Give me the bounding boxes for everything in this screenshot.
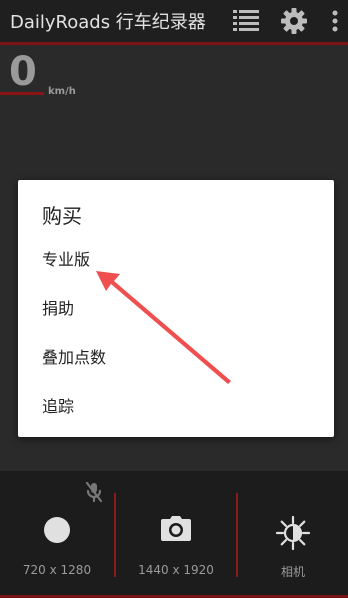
menu-item-donate[interactable]: 捐助 xyxy=(18,287,334,327)
camera-icon xyxy=(116,515,236,543)
video-record-control[interactable]: 720 x 1280 xyxy=(0,471,114,595)
app-bar: DailyRoads 行车纪录器 xyxy=(0,0,348,42)
camera-settings-control[interactable]: 相机 xyxy=(238,471,348,595)
menu-item-tracking[interactable]: 追踪 xyxy=(18,385,334,425)
menu-item-overlay-points[interactable]: 叠加点数 xyxy=(18,336,334,376)
overflow-menu-icon[interactable] xyxy=(322,0,348,42)
dialog-title: 购买 xyxy=(42,204,82,228)
menu-item-label: 叠加点数 xyxy=(42,348,107,367)
speed-unit: km/h xyxy=(48,86,76,97)
speed-value: 0 xyxy=(9,49,37,95)
photo-capture-control[interactable]: 1440 x 1920 xyxy=(116,471,236,595)
bottom-control-panel: 720 x 1280 1440 x 1920 相机 xyxy=(0,471,348,598)
brightness-icon xyxy=(238,515,348,551)
menu-item-label: 专业版 xyxy=(42,250,91,269)
menu-item-label: 捐助 xyxy=(42,299,75,318)
gear-icon[interactable] xyxy=(274,0,314,42)
video-resolution-label: 720 x 1280 xyxy=(22,563,92,577)
menu-item-label: 追踪 xyxy=(42,397,75,416)
camera-label: 相机 xyxy=(280,565,305,579)
record-icon xyxy=(0,515,114,545)
photo-resolution-label: 1440 x 1920 xyxy=(138,563,214,577)
speed-underline xyxy=(0,92,44,95)
list-icon[interactable] xyxy=(226,0,266,42)
menu-item-pro-version[interactable]: 专业版 xyxy=(18,238,334,278)
app-title: DailyRoads 行车纪录器 xyxy=(10,12,206,33)
purchase-dialog: 购买 专业版 捐助 叠加点数 追踪 xyxy=(18,180,334,437)
